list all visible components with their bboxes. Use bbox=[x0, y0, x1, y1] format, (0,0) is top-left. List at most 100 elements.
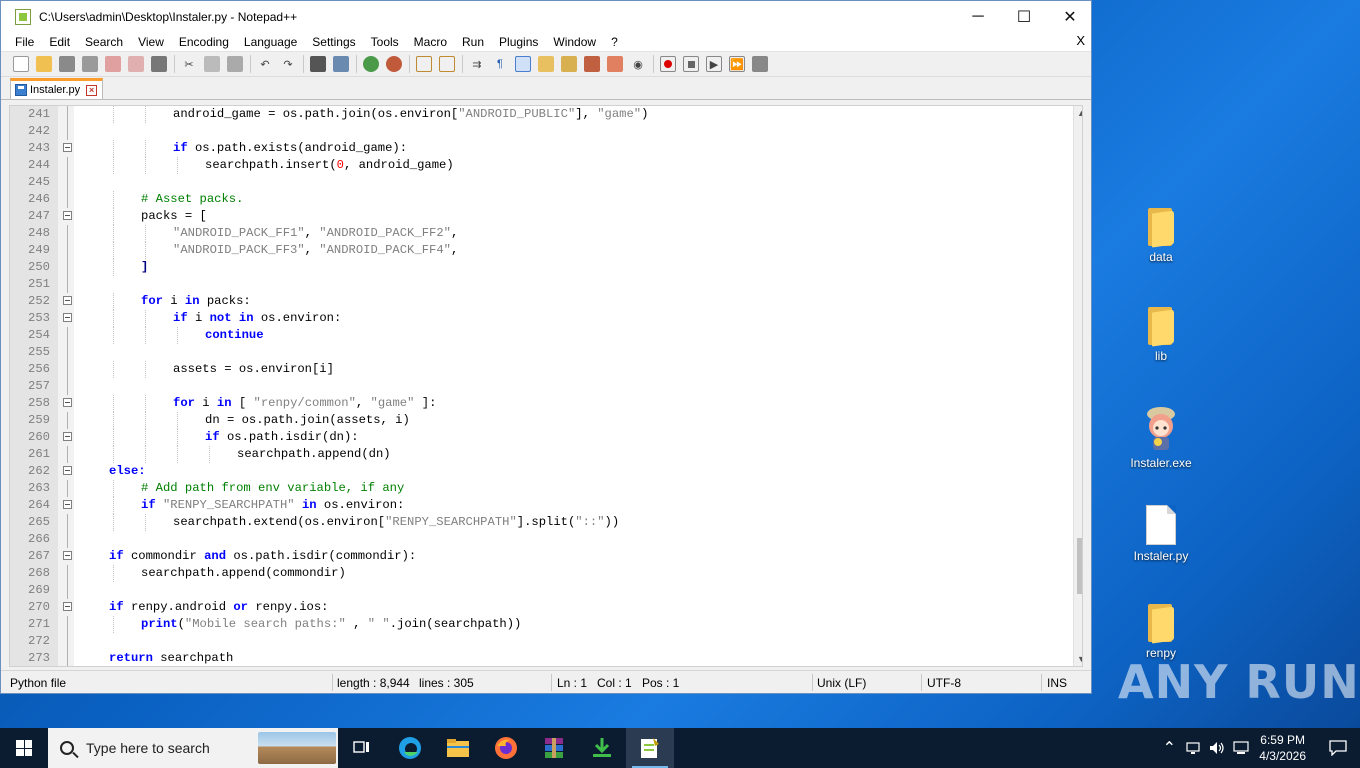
code-line[interactable]: 260 if os.path.isdir(dn): bbox=[10, 429, 1070, 446]
redo-icon[interactable]: ↷ bbox=[280, 56, 296, 72]
close-document-button[interactable]: X bbox=[1076, 33, 1085, 48]
scrollbar-thumb[interactable] bbox=[1077, 538, 1082, 594]
code-line[interactable]: 272 bbox=[10, 633, 1070, 650]
code-line[interactable]: 256 assets = os.environ[i] bbox=[10, 361, 1070, 378]
new-file-icon[interactable] bbox=[13, 56, 29, 72]
code-line[interactable]: 248 "ANDROID_PACK_FF1", "ANDROID_PACK_FF2… bbox=[10, 225, 1070, 242]
fold-toggle-icon[interactable] bbox=[63, 398, 72, 407]
monitoring-icon[interactable]: ◉ bbox=[630, 56, 646, 72]
record-macro-icon[interactable] bbox=[660, 56, 676, 72]
scroll-up-icon[interactable]: ▲ bbox=[1077, 108, 1082, 118]
code-line[interactable]: 255 bbox=[10, 344, 1070, 361]
document-map-icon[interactable] bbox=[561, 56, 577, 72]
menu-run[interactable]: Run bbox=[454, 35, 491, 49]
taskbar-search-box[interactable]: Type here to search bbox=[48, 728, 338, 768]
desktop-icon-lib[interactable]: lib bbox=[1121, 307, 1201, 363]
code-line[interactable]: 243 if os.path.exists(android_game): bbox=[10, 140, 1070, 157]
code-line[interactable]: 266 bbox=[10, 531, 1070, 548]
menu-file[interactable]: File bbox=[7, 35, 41, 49]
code-line[interactable]: 265 searchpath.extend(os.environ["RENPY_S… bbox=[10, 514, 1070, 531]
replace-icon[interactable] bbox=[333, 56, 349, 72]
close-icon[interactable] bbox=[105, 56, 121, 72]
menu-settings[interactable]: Settings bbox=[304, 35, 362, 49]
menu-language[interactable]: Language bbox=[236, 35, 304, 49]
fold-toggle-icon[interactable] bbox=[63, 551, 72, 560]
fold-toggle-icon[interactable] bbox=[63, 432, 72, 441]
chevron-up-icon[interactable]: ⌃ bbox=[1157, 728, 1181, 768]
play-macro-icon[interactable]: ▶ bbox=[706, 56, 722, 72]
paste-icon[interactable] bbox=[227, 56, 243, 72]
code-line[interactable]: 251 bbox=[10, 276, 1070, 293]
code-line[interactable]: 254 continue bbox=[10, 327, 1070, 344]
fold-toggle-icon[interactable] bbox=[63, 296, 72, 305]
menu-help[interactable]: ? bbox=[603, 35, 625, 49]
show-all-characters-icon[interactable]: ¶ bbox=[492, 56, 508, 72]
menu-plugins[interactable]: Plugins bbox=[491, 35, 545, 49]
save-icon[interactable] bbox=[59, 56, 75, 72]
code-line[interactable]: 244 searchpath.insert(0, android_game) bbox=[10, 157, 1070, 174]
desktop-icon-renpy[interactable]: renpy bbox=[1121, 604, 1201, 660]
minimize-button[interactable]: ─ bbox=[955, 1, 1001, 32]
user-defined-language-icon[interactable] bbox=[538, 56, 554, 72]
notification-icon[interactable] bbox=[1316, 728, 1360, 768]
code-line[interactable]: 261 searchpath.append(dn) bbox=[10, 446, 1070, 463]
code-line[interactable]: 263 # Add path from env variable, if any bbox=[10, 480, 1070, 497]
menu-search[interactable]: Search bbox=[77, 35, 130, 49]
fold-toggle-icon[interactable] bbox=[63, 602, 72, 611]
sync-horizontal-icon[interactable] bbox=[439, 56, 455, 72]
undo-icon[interactable]: ↶ bbox=[257, 56, 273, 72]
firefox-icon[interactable] bbox=[482, 728, 530, 768]
task-view-icon[interactable] bbox=[338, 728, 386, 768]
menu-view[interactable]: View bbox=[130, 35, 171, 49]
code-editor[interactable]: 241 android_game = os.path.join(os.enviro… bbox=[9, 105, 1083, 667]
menu-edit[interactable]: Edit bbox=[41, 35, 77, 49]
winrar-icon[interactable] bbox=[530, 728, 578, 768]
code-line[interactable]: 269 bbox=[10, 582, 1070, 599]
open-file-icon[interactable] bbox=[36, 56, 52, 72]
code-line[interactable]: 241 android_game = os.path.join(os.enviro… bbox=[10, 106, 1070, 123]
scroll-down-icon[interactable]: ▼ bbox=[1077, 654, 1082, 664]
save-all-icon[interactable] bbox=[82, 56, 98, 72]
stop-recording-icon[interactable] bbox=[683, 56, 699, 72]
zoom-out-icon[interactable] bbox=[386, 56, 402, 72]
fold-toggle-icon[interactable] bbox=[63, 466, 72, 475]
code-line[interactable]: 267 if commondir and os.path.isdir(common… bbox=[10, 548, 1070, 565]
menu-macro[interactable]: Macro bbox=[406, 35, 454, 49]
code-line[interactable]: 270 if renpy.android or renpy.ios: bbox=[10, 599, 1070, 616]
notepad-plus-plus-taskbar-icon[interactable] bbox=[626, 728, 674, 768]
close-all-icon[interactable] bbox=[128, 56, 144, 72]
code-line[interactable]: 259 dn = os.path.join(assets, i) bbox=[10, 412, 1070, 429]
code-line[interactable]: 246 # Asset packs. bbox=[10, 191, 1070, 208]
language-input-icon[interactable] bbox=[1229, 728, 1253, 768]
code-line[interactable]: 247 packs = [ bbox=[10, 208, 1070, 225]
downloads-icon[interactable] bbox=[578, 728, 626, 768]
code-line[interactable]: 250] bbox=[10, 259, 1070, 276]
fold-toggle-icon[interactable] bbox=[63, 500, 72, 509]
code-line[interactable]: 258 for i in [ "renpy/common", "game" ]: bbox=[10, 395, 1070, 412]
close-button[interactable]: ✕ bbox=[1047, 1, 1093, 32]
copy-icon[interactable] bbox=[204, 56, 220, 72]
menu-encoding[interactable]: Encoding bbox=[171, 35, 236, 49]
start-button[interactable] bbox=[0, 728, 48, 768]
tab-instaler-py[interactable]: Instaler.py × bbox=[10, 78, 104, 99]
desktop-icon-data[interactable]: data bbox=[1121, 208, 1201, 264]
cut-icon[interactable]: ✂ bbox=[181, 56, 197, 72]
save-macro-icon[interactable] bbox=[752, 56, 768, 72]
word-wrap-icon[interactable]: ⇉ bbox=[469, 56, 485, 72]
fold-toggle-icon[interactable] bbox=[63, 143, 72, 152]
code-line[interactable]: 249 "ANDROID_PACK_FF3", "ANDROID_PACK_FF4… bbox=[10, 242, 1070, 259]
code-line[interactable]: 273 return searchpath bbox=[10, 650, 1070, 666]
clock[interactable]: 6:59 PM 4/3/2026 bbox=[1259, 732, 1306, 764]
vertical-scrollbar[interactable]: ▲ ▼ bbox=[1073, 106, 1082, 666]
menu-window[interactable]: Window bbox=[545, 35, 603, 49]
desktop-icon-instaler-py[interactable]: Instaler.py bbox=[1121, 505, 1201, 563]
code-line[interactable]: 252 for i in packs: bbox=[10, 293, 1070, 310]
file-explorer-icon[interactable] bbox=[434, 728, 482, 768]
tab-close-icon[interactable]: × bbox=[86, 84, 98, 96]
find-icon[interactable] bbox=[310, 56, 326, 72]
fold-toggle-icon[interactable] bbox=[63, 313, 72, 322]
indent-guide-icon[interactable] bbox=[515, 56, 531, 72]
code-line[interactable]: 264 if "RENPY_SEARCHPATH" in os.environ: bbox=[10, 497, 1070, 514]
menu-tools[interactable]: Tools bbox=[363, 35, 406, 49]
network-icon[interactable] bbox=[1181, 728, 1205, 768]
